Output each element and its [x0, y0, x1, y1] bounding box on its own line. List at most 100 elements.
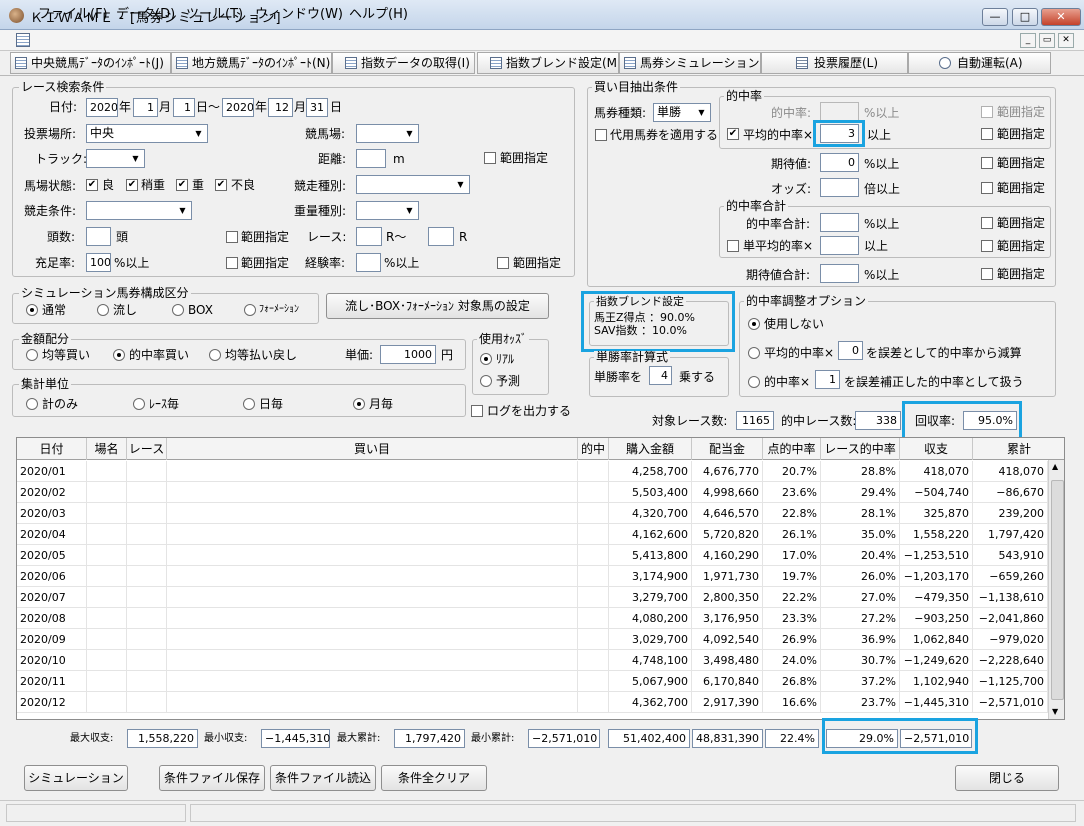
run-simulation-button[interactable]: シミュレーション: [24, 765, 128, 791]
avg-hitrate-checkbox[interactable]: ✔: [727, 128, 739, 140]
sim-box-radio[interactable]: [172, 304, 184, 316]
vertical-scrollbar[interactable]: ▲ ▼: [1048, 460, 1064, 719]
race-to-input[interactable]: [428, 227, 454, 246]
table-row[interactable]: 2020/11 5,067,900 6,170,840 26.8% 37.2% 1,102…: [17, 671, 1048, 692]
sim-normal-radio[interactable]: [26, 304, 38, 316]
col-payout[interactable]: 配当金: [692, 438, 763, 460]
going-heavy-checkbox[interactable]: ✔: [176, 179, 188, 191]
mdi-minimize-button[interactable]: _: [1020, 33, 1036, 48]
race-from-input[interactable]: [356, 227, 382, 246]
sim-nagashi-radio[interactable]: [97, 304, 109, 316]
runners-input[interactable]: [86, 227, 111, 246]
odds-real-radio[interactable]: [480, 353, 492, 365]
mdi-restore-button[interactable]: ▭: [1039, 33, 1055, 48]
table-row[interactable]: 2020/12 4,362,700 2,917,390 16.6% 23.7% −1,44…: [17, 692, 1048, 713]
single-avg-checkbox[interactable]: [727, 240, 739, 252]
get-index-data-button[interactable]: 指数データの取得(I): [332, 52, 475, 74]
going-good-checkbox[interactable]: ✔: [86, 179, 98, 191]
table-row[interactable]: 2020/02 5,503,400 4,998,660 23.6% 29.4% −504,…: [17, 482, 1048, 503]
agg-race-radio[interactable]: [133, 398, 145, 410]
save-conditions-button[interactable]: 条件ファイル保存: [159, 765, 265, 791]
hitrate-range-checkbox[interactable]: [981, 106, 993, 118]
scroll-down-icon[interactable]: ▼: [1052, 707, 1058, 716]
bet-type-select[interactable]: 単勝 ▼: [653, 103, 711, 122]
menu-tools[interactable]: ツール(T): [186, 3, 243, 22]
index-blend-settings-button[interactable]: 指数ブレンド設定(M): [477, 52, 619, 74]
money-equal-payout-radio[interactable]: [209, 349, 221, 361]
load-conditions-button[interactable]: 条件ファイル読込: [270, 765, 376, 791]
weight-type-select[interactable]: ▼: [356, 201, 419, 220]
month-from-input[interactable]: 1: [133, 98, 158, 117]
year-from-input[interactable]: 2020: [86, 98, 118, 117]
bet-history-button[interactable]: 投票履歴(L): [761, 52, 908, 74]
table-row[interactable]: 2020/09 3,029,700 4,092,540 26.9% 36.9% 1,062…: [17, 629, 1048, 650]
odds-input[interactable]: [820, 178, 859, 197]
close-window-button[interactable]: ✕: [1041, 8, 1081, 26]
distance-input[interactable]: [356, 149, 386, 168]
fill-rate-input[interactable]: 100: [86, 253, 111, 272]
col-venue[interactable]: 場名: [87, 438, 127, 460]
col-balance[interactable]: 収支: [900, 438, 973, 460]
money-hitrate-radio[interactable]: [113, 349, 125, 361]
race-condition-select[interactable]: ▼: [86, 201, 192, 220]
col-hit[interactable]: 的中: [578, 438, 609, 460]
agg-month-radio[interactable]: [353, 398, 365, 410]
substitute-bet-checkbox[interactable]: [595, 129, 607, 141]
adjust-subtract-input[interactable]: 0: [838, 341, 863, 360]
col-point-hitrate[interactable]: 点的中率: [763, 438, 821, 460]
col-bets[interactable]: 買い目: [167, 438, 578, 460]
col-cumulative[interactable]: 累計: [973, 438, 1064, 460]
track-select[interactable]: ▼: [86, 149, 145, 168]
results-table[interactable]: 日付 場名 レース 買い目 的中 購入金額 配当金 点的中率 レース的中率 収支…: [16, 437, 1065, 720]
table-row[interactable]: 2020/05 5,413,800 4,160,290 17.0% 20.4% −1,25…: [17, 545, 1048, 566]
col-race[interactable]: レース: [127, 438, 167, 460]
single-avg-range-checkbox[interactable]: [981, 240, 993, 252]
expected-value-input[interactable]: 0: [820, 153, 859, 172]
adjust-multiply-input[interactable]: 1: [815, 370, 840, 389]
import-central-button[interactable]: 中央競馬ﾃﾞｰﾀのｲﾝﾎﾟｰﾄ(J): [10, 52, 171, 74]
auto-run-button[interactable]: 自動運転(A): [908, 52, 1051, 74]
adjust-multiply-radio[interactable]: [748, 376, 760, 388]
month-to-input[interactable]: 12: [268, 98, 293, 117]
avg-hitrate-range-checkbox[interactable]: [981, 128, 993, 140]
adjust-subtract-radio[interactable]: [748, 347, 760, 359]
betting-simulation-button[interactable]: 馬券シミュレーション(B): [619, 52, 761, 74]
hitrate-sum-range-checkbox[interactable]: [981, 217, 993, 229]
table-row[interactable]: 2020/06 3,174,900 1,971,730 19.7% 26.0% −1,20…: [17, 566, 1048, 587]
table-row[interactable]: 2020/08 4,080,200 3,176,950 23.3% 27.2% −903,…: [17, 608, 1048, 629]
mdi-close-button[interactable]: ✕: [1058, 33, 1074, 48]
expected-range-checkbox[interactable]: [981, 157, 993, 169]
agg-day-radio[interactable]: [243, 398, 255, 410]
expected-sum-input[interactable]: [820, 264, 859, 283]
hitrate-input[interactable]: [820, 102, 859, 121]
table-row[interactable]: 2020/03 4,320,700 4,646,570 22.8% 28.1% 325,8…: [17, 503, 1048, 524]
agg-total-radio[interactable]: [26, 398, 38, 410]
expected-sum-range-checkbox[interactable]: [981, 268, 993, 280]
col-date[interactable]: 日付: [17, 438, 87, 460]
table-row[interactable]: 2020/04 4,162,600 5,720,820 26.1% 35.0% 1,558…: [17, 524, 1048, 545]
distance-range-checkbox[interactable]: [484, 152, 496, 164]
import-local-button[interactable]: 地方競馬ﾃﾞｰﾀのｲﾝﾎﾟｰﾄ(N): [171, 52, 332, 74]
col-race-hitrate[interactable]: レース的中率: [821, 438, 900, 460]
money-equal-radio[interactable]: [26, 349, 38, 361]
menu-file[interactable]: ファイル(F): [38, 3, 108, 22]
table-row[interactable]: 2020/01 4,258,700 4,676,770 20.7% 28.8% 418,0…: [17, 461, 1048, 482]
maximize-button[interactable]: □: [1012, 8, 1038, 26]
race-type-select[interactable]: ▼: [356, 175, 470, 194]
minimize-button[interactable]: —: [982, 8, 1008, 26]
target-horse-settings-button[interactable]: 流し･BOX･ﾌｫｰﾒｰｼｮﾝ 対象馬の設定: [326, 293, 549, 319]
odds-predicted-radio[interactable]: [480, 375, 492, 387]
year-to-input[interactable]: 2020: [222, 98, 254, 117]
close-button[interactable]: 閉じる: [955, 765, 1059, 791]
fill-range-checkbox[interactable]: [226, 257, 238, 269]
menu-window[interactable]: ウィンドウ(W): [255, 3, 343, 22]
col-purchase[interactable]: 購入金額: [609, 438, 692, 460]
experience-range-checkbox[interactable]: [497, 257, 509, 269]
venue-select[interactable]: 中央 ▼: [86, 124, 208, 143]
clear-conditions-button[interactable]: 条件全クリア: [381, 765, 487, 791]
table-row[interactable]: 2020/10 4,748,100 3,498,480 24.0% 30.7% −1,24…: [17, 650, 1048, 671]
sim-formation-radio[interactable]: [244, 304, 256, 316]
experience-input[interactable]: [356, 253, 381, 272]
table-row[interactable]: 2020/07 3,279,700 2,800,350 22.2% 27.0% −479,…: [17, 587, 1048, 608]
unit-price-input[interactable]: 1000: [380, 345, 436, 364]
